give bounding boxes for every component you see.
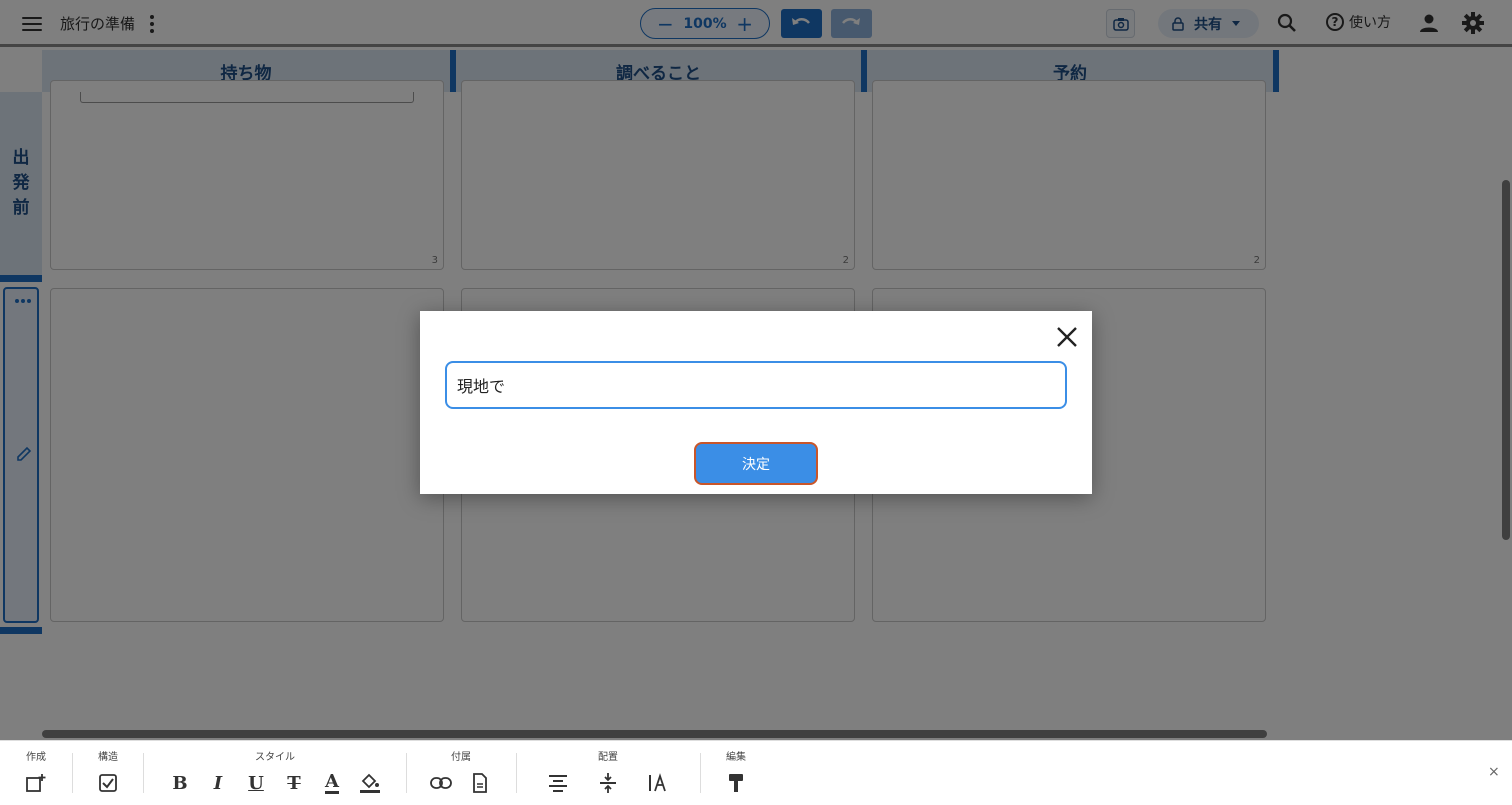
divider: [516, 753, 517, 793]
strikethrough-icon: T: [287, 772, 301, 794]
text-input[interactable]: [445, 361, 1067, 409]
link-button[interactable]: [430, 772, 452, 794]
align-center-button[interactable]: [547, 772, 569, 794]
paint-bucket-icon: [360, 773, 380, 793]
italic-icon: I: [213, 772, 223, 794]
underline-icon: U: [248, 772, 264, 794]
divider: [406, 753, 407, 793]
text-direction-icon: [649, 773, 666, 792]
link-icon: [430, 777, 452, 789]
font-color-icon: A: [325, 770, 339, 794]
bold-button[interactable]: B: [169, 772, 191, 794]
fill-color-button[interactable]: [359, 772, 381, 794]
font-color-button[interactable]: A: [321, 772, 343, 794]
checkbox-button[interactable]: [97, 772, 119, 794]
group-label-create: 作成: [26, 752, 46, 763]
group-label-style: スタイル: [255, 752, 295, 763]
group-label-structure: 構造: [98, 752, 118, 763]
close-icon[interactable]: [1056, 326, 1078, 348]
checkbox-icon: [99, 774, 117, 792]
format-toolbar: 作成 構造 スタイル 付属 配置 編集 B I U T A ×: [0, 740, 1512, 805]
add-card-button[interactable]: [25, 772, 47, 794]
paint-brush-icon: [729, 774, 743, 792]
confirm-button[interactable]: 決定: [694, 442, 818, 485]
divider: [72, 753, 73, 793]
group-label-attach: 付属: [451, 752, 471, 763]
add-card-icon: [26, 774, 46, 792]
attach-file-button[interactable]: [469, 772, 491, 794]
toolbar-close-icon[interactable]: ×: [1488, 764, 1500, 780]
divider: [143, 753, 144, 793]
vertical-align-button[interactable]: [597, 772, 619, 794]
document-icon: [473, 773, 487, 793]
text-direction-button[interactable]: [646, 772, 668, 794]
italic-button[interactable]: I: [207, 772, 229, 794]
align-center-icon: [549, 775, 567, 792]
strikethrough-button[interactable]: T: [283, 772, 305, 794]
format-painter-button[interactable]: [725, 772, 747, 794]
underline-button[interactable]: U: [245, 772, 267, 794]
group-label-edit: 編集: [726, 752, 746, 763]
divider: [700, 753, 701, 793]
group-label-layout: 配置: [598, 752, 618, 763]
vertical-align-center-icon: [600, 773, 616, 793]
bold-icon: B: [172, 772, 188, 794]
